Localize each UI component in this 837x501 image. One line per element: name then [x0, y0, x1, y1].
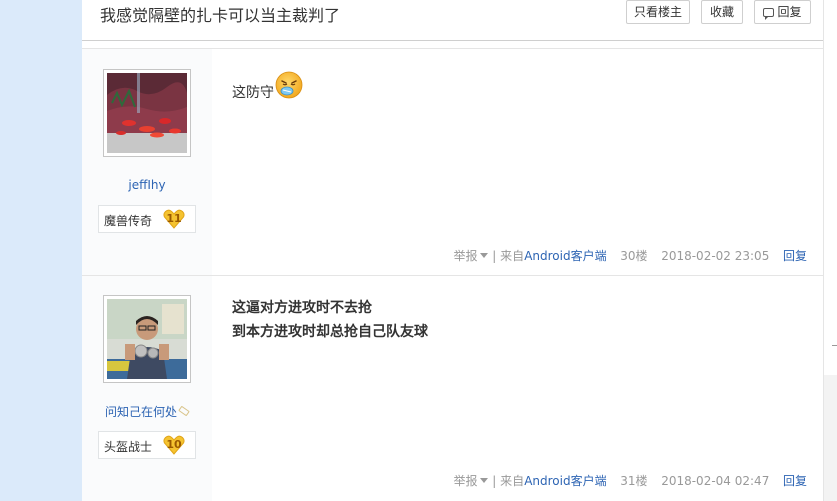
thread-header: 我感觉隔壁的扎卡可以当主裁判了 只看楼主 收藏 回复 [82, 0, 823, 41]
report-label: 举报 [453, 474, 478, 488]
post-author-panel: jeffIhy 魔兽传奇 11 [82, 49, 212, 275]
sneeze-face-icon [275, 71, 303, 99]
level-heart-icon: 10 [163, 435, 185, 455]
floor-number: 31楼 [620, 474, 648, 488]
avatar[interactable] [103, 69, 191, 157]
post-content: 这逼对方进攻时不去抢 到本方进攻时却总抢自己队友球 [232, 296, 428, 344]
level-number: 11 [166, 212, 182, 225]
right-side-panel [823, 0, 837, 501]
avatar[interactable] [103, 295, 191, 383]
post-floor-30: jeffIhy 魔兽传奇 11 这防守 举报 | 来自Android客户端 30… [82, 48, 823, 276]
post-time: 2018-02-04 02:47 [661, 474, 770, 488]
thread-title: 我感觉隔壁的扎卡可以当主裁判了 [100, 6, 341, 25]
page-left-background [0, 0, 82, 501]
user-level-badge[interactable]: 魔兽传奇 11 [98, 205, 196, 233]
post-time: 2018-02-02 23:05 [661, 249, 770, 263]
tail-separator: | [492, 249, 497, 263]
report-button[interactable]: 举报 [453, 474, 489, 488]
report-label: 举报 [453, 249, 478, 263]
level-heart-icon: 11 [163, 209, 185, 229]
level-name: 魔兽传奇 [104, 214, 153, 228]
post-tail: 举报 | 来自Android客户端 30楼 2018-02-02 23:05 回… [453, 247, 807, 264]
collect-button[interactable]: 收藏 [701, 0, 743, 24]
level-name: 头盔战士 [104, 440, 153, 454]
panel-band [824, 375, 837, 501]
avatar-image-person [107, 299, 187, 379]
panel-mark [832, 345, 837, 346]
reply-button-label: 回复 [777, 5, 802, 19]
post-reply-link[interactable]: 回复 [783, 474, 807, 488]
post-content-line: 这逼对方进攻时不去抢 [232, 300, 372, 316]
post-content-line: 这防守 [232, 85, 274, 101]
caret-down-icon [480, 478, 489, 483]
level-number: 10 [166, 438, 182, 451]
post-username[interactable]: jeffIhy [82, 178, 212, 192]
pencil-icon [178, 405, 190, 417]
tail-separator: | [492, 474, 497, 488]
post-reply-link[interactable]: 回复 [783, 249, 807, 263]
client-source-link[interactable]: Android客户端 [524, 474, 606, 488]
report-button[interactable]: 举报 [453, 249, 489, 263]
post-content: 这防守 [232, 71, 303, 105]
user-level-badge[interactable]: 头盔战士 10 [98, 431, 196, 459]
post-tail: 举报 | 来自Android客户端 31楼 2018-02-04 02:47 回… [453, 472, 807, 489]
only-op-button[interactable]: 只看楼主 [626, 0, 690, 24]
avatar-image-aquarium [107, 73, 187, 153]
post-content-line: 到本方进攻时却总抢自己队友球 [232, 324, 428, 340]
post-username[interactable]: 问知己在何处 [82, 403, 212, 420]
source-prefix: 来自 [500, 474, 525, 488]
post-floor-31: 问知己在何处 头盔战士 10 这逼对方进攻时不去抢 到本方进攻时却总抢自己队友球… [82, 276, 823, 501]
thread-main: 我感觉隔壁的扎卡可以当主裁判了 只看楼主 收藏 回复 jeffIhy 魔兽传奇 … [82, 0, 823, 501]
reply-button[interactable]: 回复 [754, 0, 811, 24]
post-username-text: 问知己在何处 [104, 405, 177, 419]
reply-icon [763, 8, 775, 20]
post-author-panel: 问知己在何处 头盔战士 10 [82, 276, 212, 501]
source-prefix: 来自 [500, 249, 525, 263]
floor-number: 30楼 [620, 249, 648, 263]
client-source-link[interactable]: Android客户端 [524, 249, 606, 263]
caret-down-icon [480, 253, 489, 258]
